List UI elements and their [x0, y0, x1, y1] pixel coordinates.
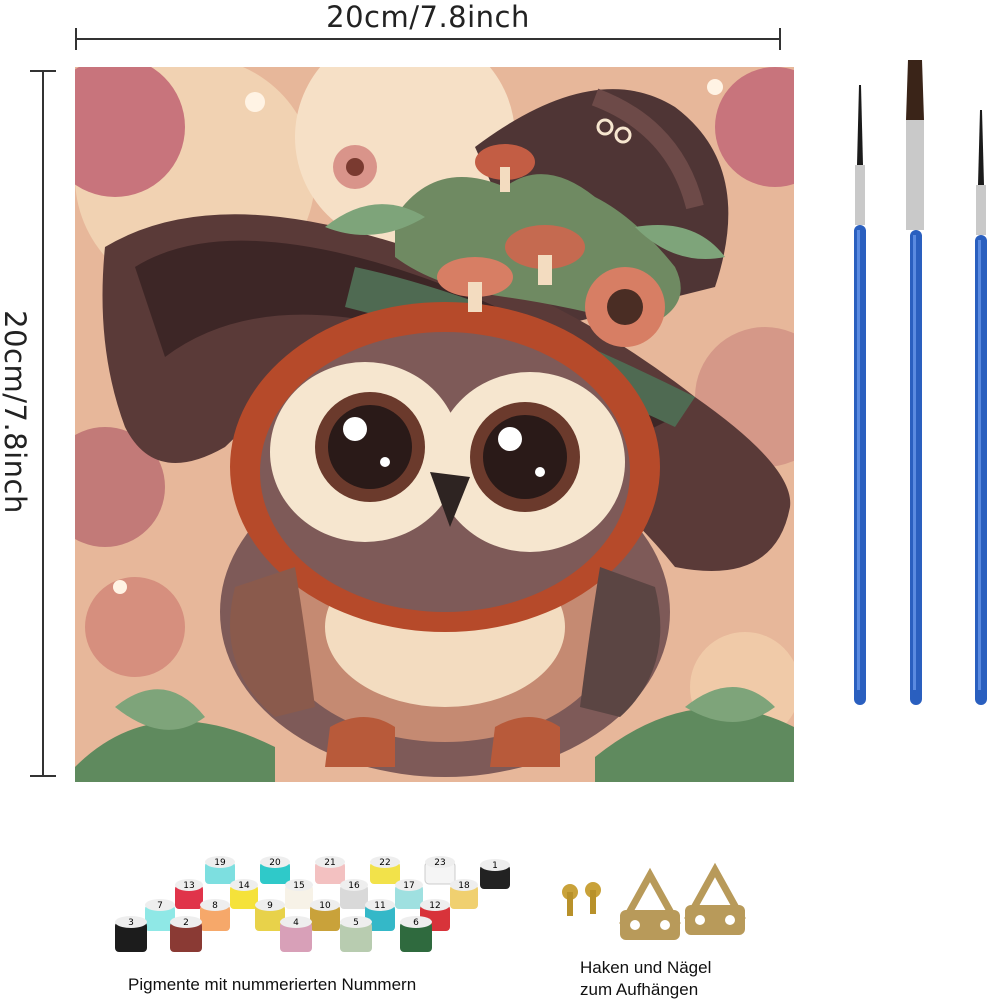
pot-number: 17 — [403, 881, 414, 891]
pot-number: 8 — [212, 901, 218, 911]
height-dimension-line — [42, 70, 44, 776]
pot-number: 7 — [157, 901, 163, 911]
width-dimension-line — [76, 38, 781, 40]
pot-number: 2 — [183, 918, 189, 928]
owl-painting-illustration — [75, 67, 794, 782]
pot-number: 21 — [324, 858, 335, 868]
pot-number: 18 — [458, 881, 470, 891]
pot-number: 23 — [434, 858, 445, 868]
height-dimension-tick-top — [30, 70, 56, 72]
paint-brushes-illustration — [854, 60, 987, 705]
pot-number: 16 — [348, 881, 360, 891]
pot-number: 5 — [353, 918, 359, 928]
width-dimension-tick-left — [75, 28, 77, 50]
paint-pots-caption: Pigmente mit nummerierten Nummern — [128, 975, 417, 994]
pot-number: 14 — [238, 881, 250, 891]
owl-painting — [75, 67, 794, 782]
pot-number: 15 — [293, 881, 304, 891]
hanger-hook-icon — [684, 862, 746, 935]
height-dimension-label: 20cm/7.8inch — [0, 310, 32, 514]
width-dimension-label: 20cm/7.8inch — [326, 0, 530, 34]
pot-number: 13 — [183, 881, 194, 891]
pot-number: 1 — [492, 861, 498, 871]
hooks-caption-line1: Haken und Nägel — [580, 958, 712, 977]
pot-number: 19 — [214, 858, 226, 868]
pot-number: 12 — [429, 901, 440, 911]
hanger-hook-icon — [619, 867, 681, 940]
nail-icon — [562, 882, 601, 916]
pot-number: 4 — [293, 918, 299, 928]
pot-number: 10 — [319, 901, 331, 911]
hooks-caption-line2: zum Aufhängen — [580, 980, 699, 999]
pot-number: 20 — [269, 858, 281, 868]
paint-pots: 19 20 21 22 23 1 13 14 15 16 17 18 7 8 9… — [100, 850, 530, 960]
pot-number: 9 — [267, 901, 273, 911]
pot-number: 6 — [413, 918, 419, 928]
hooks-and-nails — [545, 860, 765, 950]
hooks-caption: Haken und Nägel zum Aufhängen — [580, 957, 780, 1001]
pot-number: 22 — [379, 858, 390, 868]
width-dimension-tick-right — [779, 28, 781, 50]
pot-number: 11 — [374, 901, 385, 911]
pot-number: 3 — [128, 918, 134, 928]
hooks-and-nails-illustration — [562, 862, 746, 940]
paint-brushes — [840, 55, 990, 715]
paint-pots-illustration: 19 20 21 22 23 1 13 14 15 16 17 18 7 8 9… — [115, 856, 510, 952]
height-dimension-tick-bottom — [30, 775, 56, 777]
